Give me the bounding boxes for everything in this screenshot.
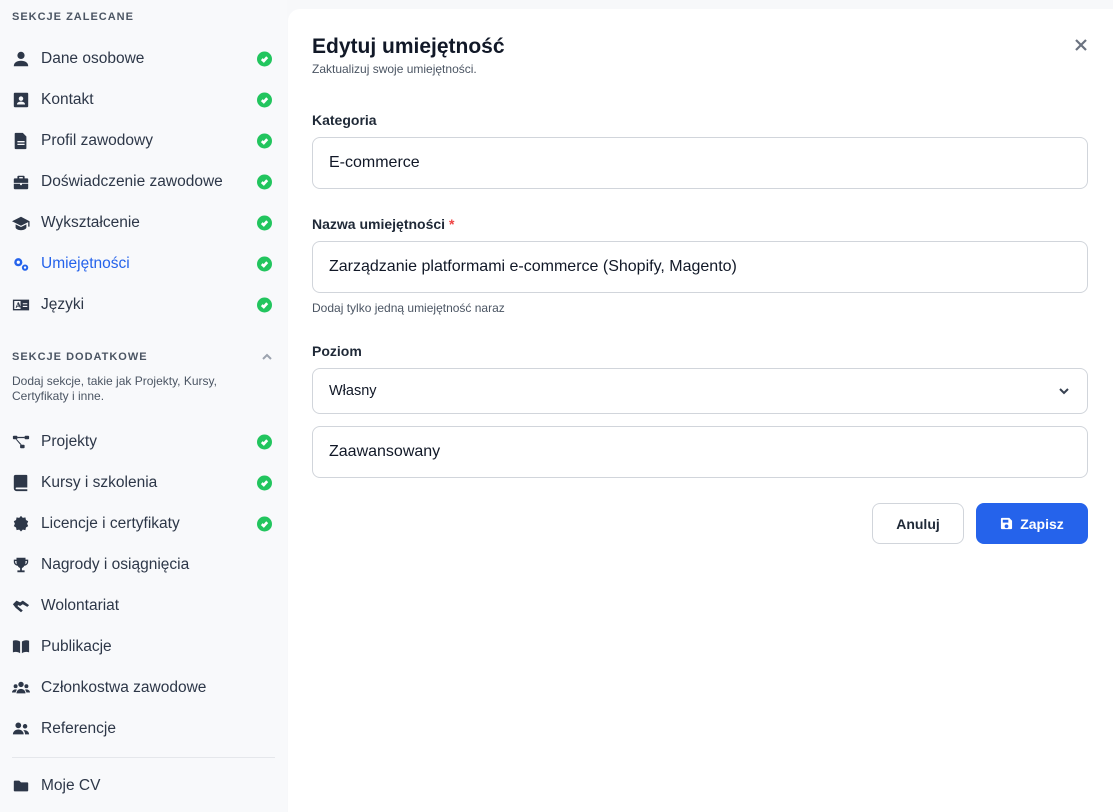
sidebar-item-label: Moje CV [41, 776, 101, 794]
sidebar-item-my-cv[interactable]: Moje CV [0, 765, 287, 806]
contact-card-icon [11, 90, 31, 110]
sidebar-item-kontakt[interactable]: Kontakt [0, 79, 287, 120]
sidebar-item-kursy-i-szkolenia[interactable]: Kursy i szkolenia [0, 462, 287, 503]
category-label: Kategoria [312, 112, 377, 128]
collapse-extra-button[interactable] [259, 349, 275, 365]
skill-name-label-text: Nazwa umiejętności [312, 216, 446, 232]
graduation-cap-icon [11, 213, 31, 233]
trophy-icon [11, 555, 31, 575]
sidebar-item-członkostwa-zawodowe[interactable]: Członkostwa zawodowe [0, 667, 287, 708]
extra-sections-title: SEKCJE DODATKOWE [12, 351, 148, 363]
cancel-button[interactable]: Anuluj [872, 503, 964, 544]
sidebar-item-label: Publikacje [41, 637, 112, 655]
sidebar: SEKCJE ZALECANE Dane osobowe Kontakt Profi… [0, 0, 287, 812]
sidebar-item-publikacje[interactable]: Publikacje [0, 626, 287, 667]
sidebar-item-label: Języki [41, 295, 85, 313]
gears-icon [11, 254, 31, 274]
sidebar-item-label: Umiejętności [41, 254, 130, 272]
folder-icon [11, 776, 31, 796]
document-icon [11, 131, 31, 151]
dialog-subtitle: Zaktualizuj swoje umiejętności. [312, 62, 477, 76]
skill-name-hint: Dodaj tylko jedną umiejętność naraz [312, 301, 505, 315]
cancel-button-label: Anuluj [896, 515, 940, 532]
sidebar-item-label: Licencje i certyfikaty [41, 514, 180, 532]
check-circle-icon [257, 516, 272, 531]
sidebar-item-label: Członkostwa zawodowe [41, 678, 207, 696]
book-icon [11, 473, 31, 493]
close-button[interactable] [1072, 36, 1090, 54]
sidebar-item-profil-zawodowy[interactable]: Profil zawodowy [0, 120, 287, 161]
sidebar-item-doświadczenie-zawodowe[interactable]: Doświadczenie zawodowe [0, 161, 287, 202]
open-book-icon [11, 637, 31, 657]
sidebar-item-label: Kursy i szkolenia [41, 473, 158, 491]
level-label: Poziom [312, 343, 362, 359]
sidebar-divider [12, 757, 275, 758]
category-input[interactable]: E-commerce [312, 137, 1088, 189]
sidebar-item-label: Nagrody i osiągnięcia [41, 555, 190, 573]
recommended-sections-title: SEKCJE ZALECANE [12, 11, 134, 23]
check-circle-icon [257, 434, 272, 449]
chevron-up-icon [262, 353, 272, 360]
sidebar-item-label: Wykształcenie [41, 213, 140, 231]
sidebar-item-label: Referencje [41, 719, 116, 737]
briefcase-icon [11, 172, 31, 192]
check-circle-icon [257, 256, 272, 271]
sidebar-item-wykształcenie[interactable]: Wykształcenie [0, 202, 287, 243]
check-circle-icon [257, 215, 272, 230]
user-icon [11, 49, 31, 69]
sidebar-item-dane-osobowe[interactable]: Dane osobowe [0, 38, 287, 79]
sidebar-item-label: Kontakt [41, 90, 94, 108]
people-group-icon [11, 678, 31, 698]
sidebar-item-języki[interactable]: Języki [0, 284, 287, 325]
save-button[interactable]: Zapisz [976, 503, 1088, 544]
check-circle-icon [257, 297, 272, 312]
sidebar-item-umiejętności[interactable]: Umiejętności [0, 243, 287, 284]
check-circle-icon [257, 133, 272, 148]
diagram-icon [11, 432, 31, 452]
check-circle-icon [257, 475, 272, 490]
check-circle-icon [257, 92, 272, 107]
skill-name-label: Nazwa umiejętności * [312, 216, 454, 232]
check-circle-icon [257, 51, 272, 66]
level-select[interactable]: Własny [312, 368, 1088, 414]
edit-skill-dialog: Edytuj umiejętność Zaktualizuj swoje umi… [288, 9, 1113, 812]
dialog-title: Edytuj umiejętność [312, 35, 505, 58]
floppy-disk-icon [1001, 517, 1013, 530]
chevron-down-icon [1057, 384, 1071, 398]
sidebar-item-label: Doświadczenie zawodowe [41, 172, 223, 190]
sidebar-item-label: Profil zawodowy [41, 131, 153, 149]
sidebar-item-label: Wolontariat [41, 596, 120, 614]
close-icon [1075, 39, 1087, 51]
people-icon [11, 719, 31, 739]
sidebar-item-label: Dane osobowe [41, 49, 145, 67]
required-mark: * [448, 216, 455, 232]
custom-level-input[interactable]: Zaawansowany [312, 426, 1088, 478]
sidebar-item-licencje-i-certyfikaty[interactable]: Licencje i certyfikaty [0, 503, 287, 544]
sidebar-item-nagrody-i-osiągnięcia[interactable]: Nagrody i osiągnięcia [0, 544, 287, 585]
sidebar-item-referencje[interactable]: Referencje [0, 708, 287, 749]
handshake-icon [11, 596, 31, 616]
skill-name-input[interactable]: Zarządzanie platformami e-commerce (Shop… [312, 241, 1088, 293]
extra-sections-description: Dodaj sekcje, takie jak Projekty, Kursy,… [12, 374, 217, 403]
language-icon [11, 295, 31, 315]
save-button-label: Zapisz [1020, 515, 1064, 532]
certificate-icon [11, 514, 31, 534]
sidebar-item-wolontariat[interactable]: Wolontariat [0, 585, 287, 626]
check-circle-icon [257, 174, 272, 189]
sidebar-item-label: Projekty [41, 432, 97, 450]
level-select-value: Własny [329, 383, 377, 399]
sidebar-item-projekty[interactable]: Projekty [0, 421, 287, 462]
